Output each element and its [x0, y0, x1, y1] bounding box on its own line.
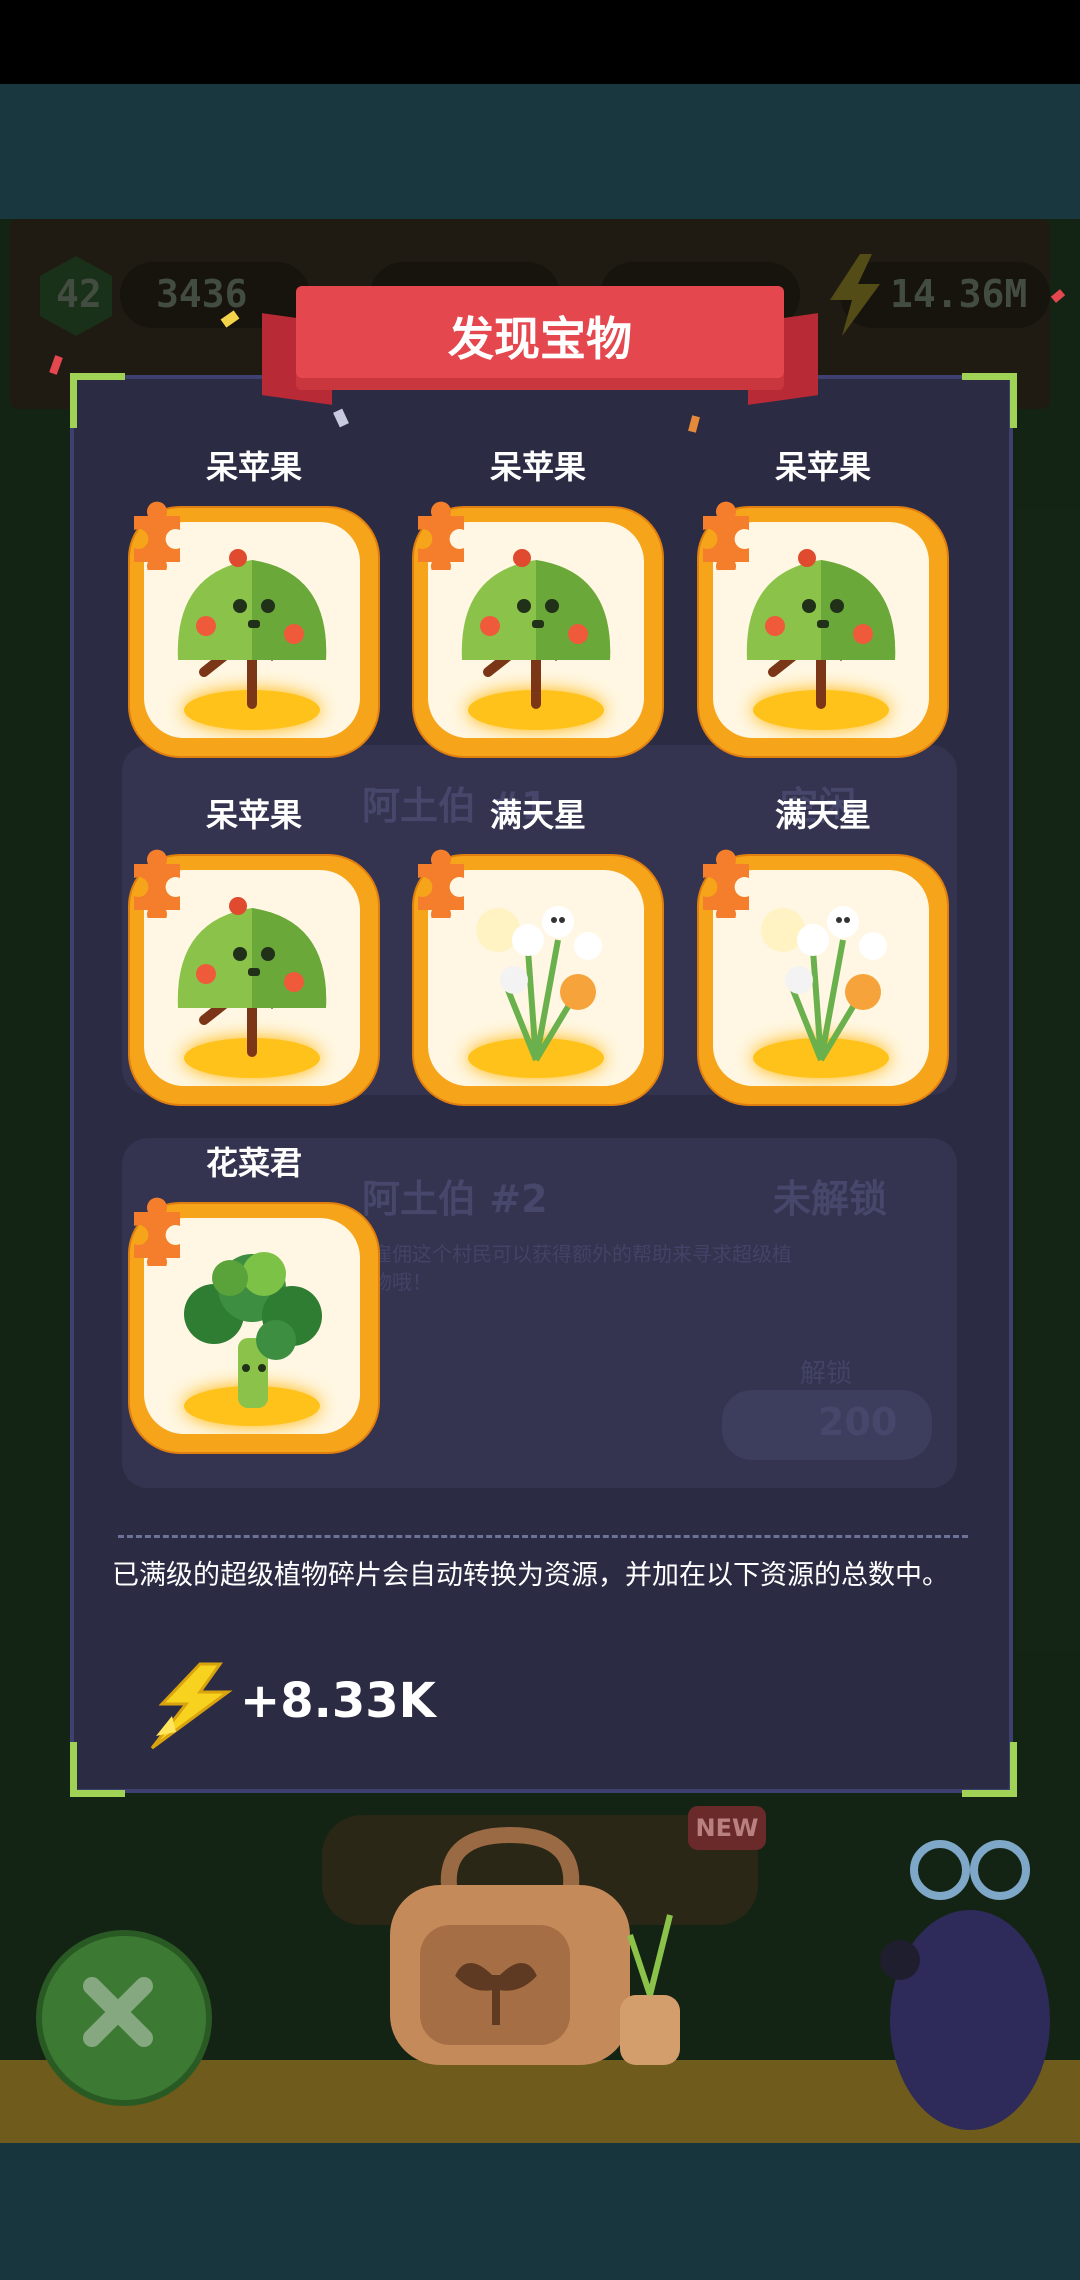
item-tile[interactable]: [128, 1197, 380, 1454]
item-tile[interactable]: [412, 849, 664, 1106]
corner-bracket-bottom-right: [962, 1742, 1017, 1797]
item-label: 呆苹果: [205, 448, 302, 486]
item-tile[interactable]: [412, 501, 664, 758]
puzzle-piece-icon: [703, 849, 749, 918]
corner-bracket-top-right: [962, 373, 1017, 428]
conversion-info-text: 已满级的超级植物碎片会自动转换为资源，并加在以下资源的总数中。: [112, 1560, 949, 1591]
puzzle-piece-icon: [134, 1197, 180, 1266]
item-tile[interactable]: [128, 849, 380, 1106]
puzzle-piece-icon: [418, 501, 464, 570]
divider: [118, 1535, 968, 1538]
corner-bracket-bottom-left: [70, 1742, 125, 1797]
reward-amount: +8.33K: [240, 1673, 436, 1729]
backpack-icon[interactable]: [380, 1815, 700, 2075]
close-button[interactable]: [36, 1930, 212, 2106]
item-tile[interactable]: [697, 849, 949, 1106]
puzzle-piece-icon: [703, 501, 749, 570]
corner-bracket-top-left: [70, 373, 125, 428]
unlock-label: 解锁: [800, 1359, 853, 1389]
item-label: 满天星: [774, 796, 871, 834]
energy-bolt-icon: [150, 1662, 233, 1750]
item-label: 呆苹果: [489, 448, 586, 486]
item-label: 花菜君: [205, 1144, 302, 1182]
status-bar: [0, 0, 1080, 84]
villager-card-2-desc: 雇佣这个村民可以获得额外的帮助来寻求超级植物哦！: [372, 1242, 792, 1294]
unlock-cost: 200: [818, 1400, 898, 1444]
item-tile[interactable]: [128, 501, 380, 758]
item-label: 满天星: [489, 796, 586, 834]
dialog-title: 发现宝物: [448, 312, 632, 366]
villager-card-2-status: 未解锁: [773, 1177, 888, 1221]
item-label: 呆苹果: [205, 796, 302, 834]
villager-card-2-title: 阿土伯 #2: [362, 1177, 548, 1221]
close-icon: [83, 1977, 153, 2047]
villager-character-icon: [880, 1840, 1050, 2130]
item-tile[interactable]: [697, 501, 949, 758]
puzzle-piece-icon: [418, 849, 464, 918]
puzzle-piece-icon: [134, 849, 180, 918]
item-label: 呆苹果: [774, 448, 871, 486]
puzzle-piece-icon: [134, 501, 180, 570]
